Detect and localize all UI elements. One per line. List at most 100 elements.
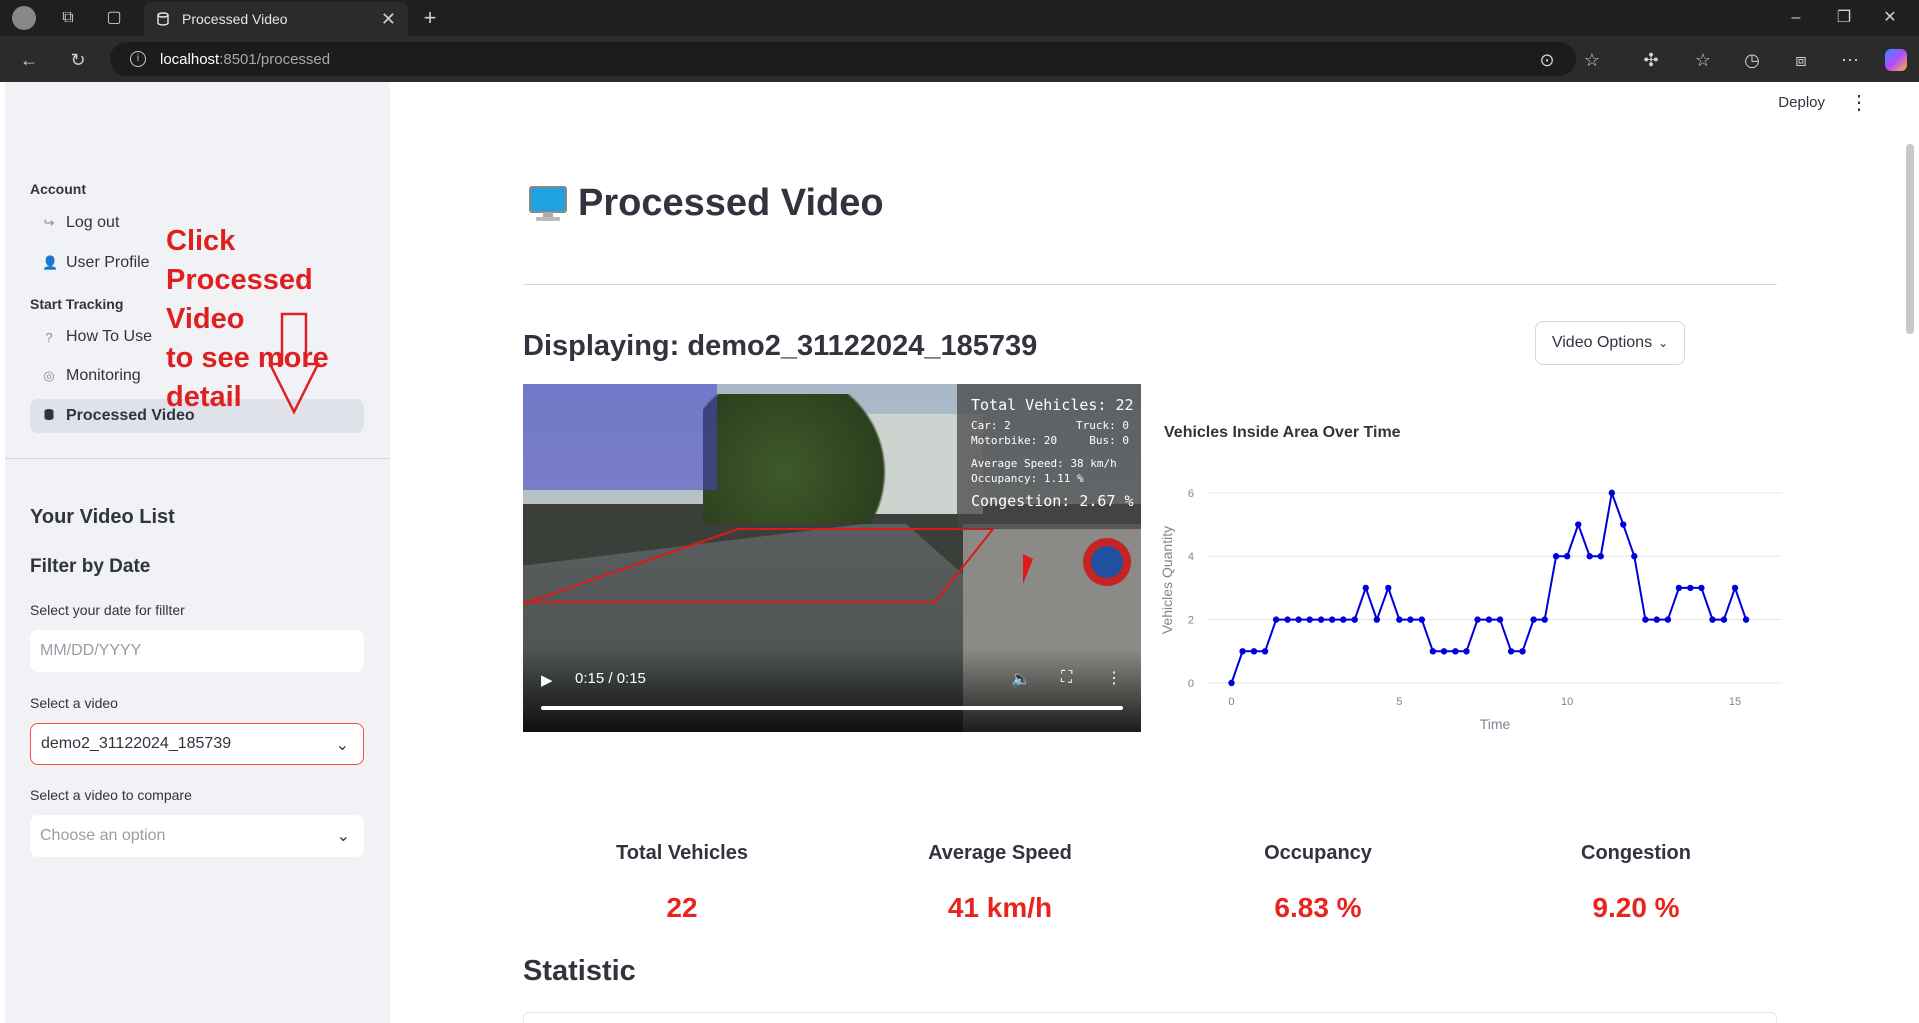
- y-tick-label: 0: [1188, 678, 1194, 690]
- screenshot-icon[interactable]: ⧈: [1790, 49, 1812, 71]
- date-label: Select your date for fillter: [30, 602, 185, 618]
- line-chart[interactable]: 0 2 4 6 0 5 10 15 Time Vehicles Quantity: [1160, 437, 1790, 737]
- sidebar-item-label: User Profile: [66, 254, 150, 271]
- metric-average-speed: Average Speed 41 km/h: [841, 842, 1159, 924]
- data-point: [1429, 648, 1437, 655]
- streamlit-app: Account ↪ Log out 👤 User Profile Start T…: [5, 82, 1914, 1023]
- y-tick-label: 2: [1188, 615, 1194, 627]
- video-controls: [523, 649, 1141, 732]
- new-tab-icon[interactable]: +: [420, 7, 440, 29]
- reader-icon[interactable]: ⊙: [1536, 49, 1558, 71]
- x-axis-label: Time: [1480, 716, 1511, 732]
- data-point: [1586, 553, 1593, 560]
- overlay-motorbike: Motorbike: 20: [971, 434, 1058, 447]
- video-select-label: Select a video: [30, 695, 118, 711]
- video-select[interactable]: demo2_31122024_185739 ⌄: [30, 723, 364, 765]
- chevron-down-icon: ⌄: [335, 737, 349, 754]
- overlay-occupancy: Occupancy: 1.11 %: [971, 472, 1084, 485]
- overlay-congestion: Congestion: 2.67 %: [971, 492, 1134, 510]
- copilot-icon[interactable]: [1885, 49, 1907, 71]
- data-point: [1440, 648, 1448, 655]
- scrollbar[interactable]: [1906, 144, 1914, 334]
- x-tick-label: 5: [1396, 696, 1402, 708]
- data-point: [1295, 616, 1302, 623]
- series-line: [1230, 488, 1748, 684]
- tab-actions-icon[interactable]: ▢: [104, 8, 124, 28]
- minimize-icon[interactable]: –: [1786, 8, 1806, 28]
- page-title-text: Processed Video: [578, 182, 884, 224]
- main-menu-icon[interactable]: ⋮: [1849, 90, 1869, 115]
- browser-tab-active[interactable]: Processed Video ✕: [144, 2, 408, 36]
- data-point: [1351, 616, 1358, 623]
- restore-icon[interactable]: ❐: [1834, 8, 1854, 28]
- date-input[interactable]: MM/DD/YYYY: [30, 630, 364, 672]
- sidebar-item-label: Monitoring: [66, 367, 141, 384]
- x-tick-label: 15: [1729, 696, 1741, 708]
- data-point: [1563, 553, 1571, 560]
- sidebar-section-account: Account: [30, 181, 86, 197]
- profile-avatar-icon[interactable]: [12, 6, 36, 30]
- data-point: [1373, 616, 1381, 623]
- close-tab-icon[interactable]: ✕: [381, 9, 396, 30]
- back-icon[interactable]: ←: [18, 49, 40, 71]
- metric-label: Congestion: [1581, 842, 1691, 864]
- database-icon: [156, 12, 170, 26]
- data-point: [1597, 553, 1604, 560]
- deploy-button[interactable]: Deploy: [1778, 94, 1825, 111]
- workspaces-icon[interactable]: ⧉: [58, 8, 78, 28]
- more-icon[interactable]: ⋯: [1839, 49, 1861, 71]
- data-point: [1642, 616, 1649, 623]
- history-icon[interactable]: ◷: [1741, 49, 1763, 71]
- metric-value: 22: [666, 892, 698, 923]
- video-player[interactable]: Total Vehicles: 22 Car: 2 Truck: 0 Motor…: [523, 384, 1141, 732]
- data-point: [1575, 521, 1582, 528]
- data-point: [1228, 679, 1235, 687]
- data-point: [1530, 616, 1537, 623]
- data-point: [1687, 584, 1694, 592]
- page-title: Processed Video: [528, 182, 884, 225]
- sidebar-section-tracking: Start Tracking: [30, 296, 124, 312]
- metric-value: 9.20 %: [1592, 892, 1680, 923]
- filter-heading: Filter by Date: [30, 556, 151, 577]
- overlay-speed: Average Speed: 38 km/h: [971, 457, 1117, 470]
- metric-total-vehicles: Total Vehicles 22: [523, 842, 841, 924]
- play-icon[interactable]: ▶: [541, 671, 553, 689]
- close-window-icon[interactable]: ✕: [1880, 8, 1900, 28]
- data-point: [1317, 616, 1325, 623]
- fullscreen-icon[interactable]: ⛶: [1061, 669, 1072, 687]
- data-point: [1731, 584, 1739, 592]
- favorites-icon[interactable]: ☆: [1692, 49, 1714, 71]
- video-stats-overlay: Total Vehicles: 22 Car: 2 Truck: 0 Motor…: [957, 384, 1141, 529]
- address-bar[interactable]: i localhost:8501/processed: [110, 42, 1576, 76]
- sidebar: Account ↪ Log out 👤 User Profile Start T…: [5, 82, 390, 1023]
- video-options-label: Video Options: [1551, 334, 1653, 351]
- data-point: [1418, 616, 1426, 623]
- volume-icon[interactable]: 🔈: [1011, 669, 1031, 689]
- metrics-row: Total Vehicles 22 Average Speed 41 km/h …: [523, 842, 1795, 952]
- url-path: :8501/processed: [219, 50, 331, 68]
- logout-icon: ↪: [43, 215, 55, 230]
- reload-icon[interactable]: ↻: [67, 49, 89, 71]
- video-options-button[interactable]: Video Options ⌄: [1535, 321, 1685, 365]
- video-more-icon[interactable]: ⋮: [1106, 668, 1122, 688]
- data-point: [1485, 616, 1493, 623]
- favorite-star-icon[interactable]: ☆: [1581, 49, 1603, 71]
- site-info-icon[interactable]: i: [130, 51, 146, 67]
- data-point: [1362, 584, 1369, 592]
- y-axis-label: Vehicles Quantity: [1160, 526, 1175, 634]
- video-select-value: demo2_31122024_185739: [41, 735, 232, 752]
- statistic-table: [523, 1012, 1777, 1023]
- data-point: [1474, 616, 1481, 623]
- overlay-car: Car: 2: [971, 419, 1011, 432]
- metric-label: Total Vehicles: [616, 842, 748, 864]
- statistic-heading: Statistic: [523, 955, 636, 987]
- compare-select-placeholder: Choose an option: [40, 827, 166, 844]
- extensions-icon[interactable]: ✣: [1640, 49, 1662, 71]
- data-point: [1507, 648, 1515, 655]
- help-icon: ?: [45, 329, 53, 345]
- browser-toolbar: ← ↻ i localhost:8501/processed ⊙ ☆ ✣ ☆ ◷…: [0, 36, 1919, 82]
- video-progress-bar[interactable]: [541, 706, 1123, 710]
- data-point: [1261, 648, 1269, 655]
- overlay-bus: Bus: 0: [1089, 434, 1129, 447]
- compare-select[interactable]: Choose an option ⌄: [30, 815, 364, 857]
